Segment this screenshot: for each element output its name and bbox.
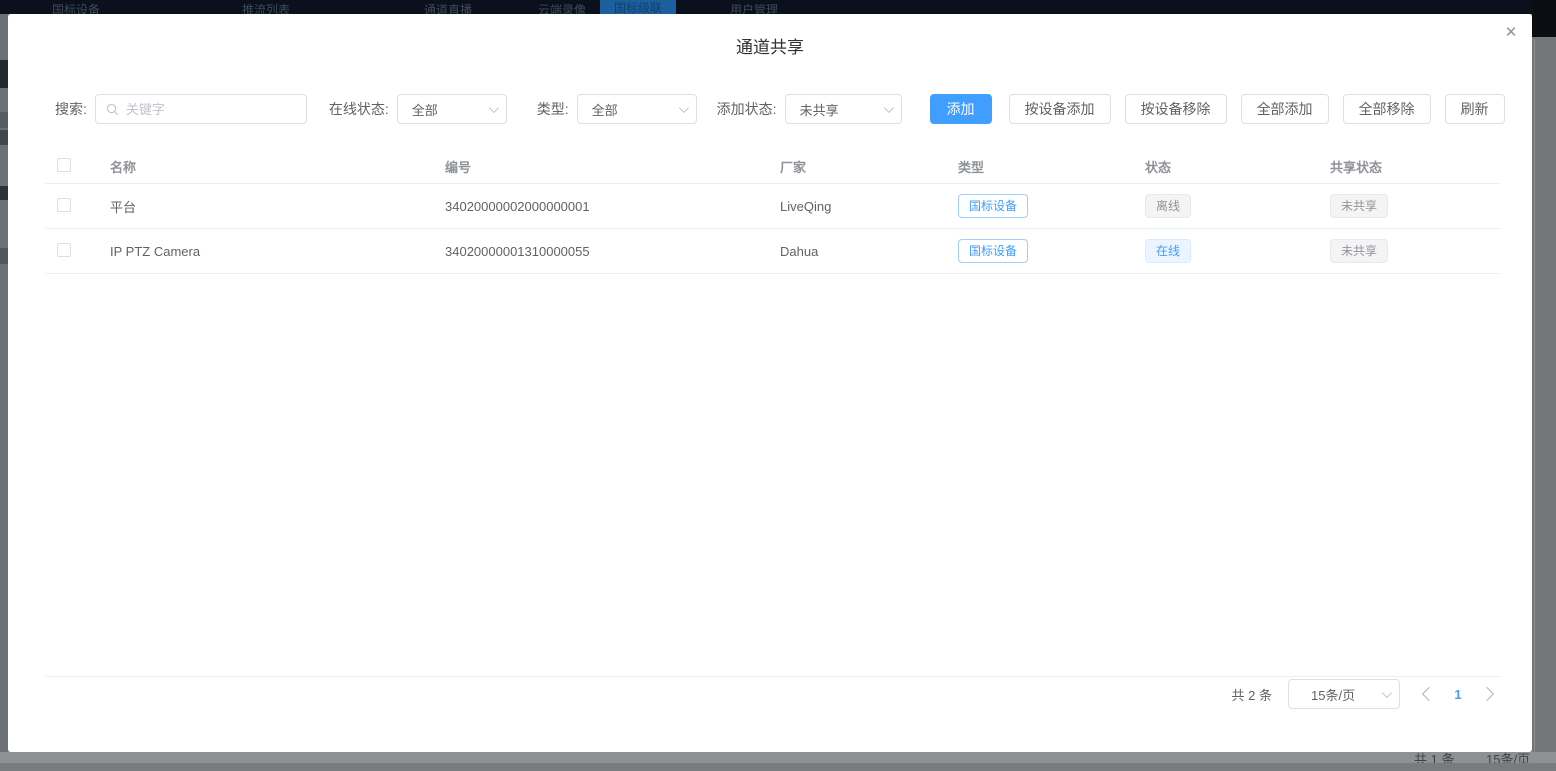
channel-share-dialog: 通道共享 ✕ 搜索: 在线状态: 全部 类型: 全部 添加状态: 未共享 添加 … bbox=[8, 14, 1532, 752]
row-checkbox[interactable] bbox=[57, 243, 71, 257]
refresh-button[interactable]: 刷新 bbox=[1445, 94, 1505, 124]
add-state-label: 添加状态: bbox=[717, 99, 777, 119]
page-size-value: 15条/页 bbox=[1311, 685, 1355, 704]
current-page[interactable]: 1 bbox=[1448, 687, 1468, 702]
background-nav-tab: 推流列表 bbox=[242, 1, 290, 14]
chevron-down-icon bbox=[1382, 688, 1392, 698]
chevron-down-icon bbox=[489, 103, 499, 113]
background-corner-block bbox=[1532, 0, 1556, 37]
add-button[interactable]: 添加 bbox=[930, 94, 992, 124]
cell-name: 平台 bbox=[110, 197, 445, 216]
pagination: 共 2 条 15条/页 1 bbox=[1232, 679, 1492, 709]
search-label: 搜索: bbox=[55, 99, 87, 119]
share-status-badge: 未共享 bbox=[1330, 194, 1388, 218]
remove-by-device-button[interactable]: 按设备移除 bbox=[1125, 94, 1227, 124]
background-fragment bbox=[0, 186, 8, 200]
add-state-value: 未共享 bbox=[800, 100, 839, 119]
header-type: 类型 bbox=[958, 157, 1145, 176]
background-fragment bbox=[0, 248, 8, 264]
background-nav-strip: 国标设备 推流列表 通道直播 云端录像 国标级联 用户管理 bbox=[0, 0, 1556, 14]
background-nav-tab-active: 国标级联 bbox=[600, 0, 676, 14]
table-row: IP PTZ Camera 34020000001310000055 Dahua… bbox=[45, 229, 1500, 274]
table-header-row: 名称 编号 厂家 类型 状态 共享状态 bbox=[45, 150, 1500, 184]
background-fragment bbox=[0, 112, 8, 128]
background-nav-tab: 通道直播 bbox=[424, 1, 472, 14]
background-left-edge bbox=[0, 14, 8, 752]
row-checkbox[interactable] bbox=[57, 198, 71, 212]
type-badge: 国标设备 bbox=[958, 239, 1028, 263]
pagination-divider bbox=[45, 676, 1500, 677]
online-status-value: 全部 bbox=[412, 100, 438, 119]
page-size-select[interactable]: 15条/页 bbox=[1288, 679, 1400, 709]
cell-code: 34020000002000000001 bbox=[445, 199, 780, 214]
next-page-icon[interactable] bbox=[1480, 687, 1494, 701]
cell-vendor: Dahua bbox=[780, 244, 958, 259]
search-input[interactable] bbox=[126, 102, 296, 117]
header-status: 状态 bbox=[1145, 157, 1330, 176]
select-all-checkbox[interactable] bbox=[57, 158, 71, 172]
add-by-device-button[interactable]: 按设备添加 bbox=[1009, 94, 1111, 124]
add-all-button[interactable]: 全部添加 bbox=[1241, 94, 1329, 124]
header-share: 共享状态 bbox=[1330, 157, 1500, 176]
prev-page-icon[interactable] bbox=[1422, 687, 1436, 701]
status-badge: 离线 bbox=[1145, 194, 1191, 218]
background-fragment bbox=[0, 763, 1556, 771]
dialog-title: 通道共享 bbox=[8, 33, 1532, 58]
online-status-select[interactable]: 全部 bbox=[397, 94, 507, 124]
type-select[interactable]: 全部 bbox=[577, 94, 697, 124]
remove-all-button[interactable]: 全部移除 bbox=[1343, 94, 1431, 124]
background-right-edge bbox=[1532, 37, 1556, 771]
type-value: 全部 bbox=[592, 100, 618, 119]
background-bottom-strip: 共 1 条 15条/页 bbox=[0, 752, 1556, 771]
channel-table: 名称 编号 厂家 类型 状态 共享状态 平台 34020000002000000… bbox=[45, 150, 1500, 274]
header-vendor: 厂家 bbox=[780, 157, 958, 176]
online-status-label: 在线状态: bbox=[329, 99, 389, 119]
chevron-down-icon bbox=[884, 103, 894, 113]
status-badge: 在线 bbox=[1145, 239, 1191, 263]
type-label: 类型: bbox=[537, 99, 569, 119]
search-input-wrapper[interactable] bbox=[95, 94, 307, 124]
background-nav-tab: 国标设备 bbox=[52, 1, 100, 14]
background-fragment bbox=[0, 60, 8, 88]
cell-name: IP PTZ Camera bbox=[110, 244, 445, 259]
background-nav-tab: 云端录像 bbox=[538, 1, 586, 14]
cell-code: 34020000001310000055 bbox=[445, 244, 780, 259]
total-count: 共 2 条 bbox=[1232, 685, 1272, 704]
search-icon bbox=[106, 103, 119, 116]
header-code: 编号 bbox=[445, 157, 780, 176]
filter-bar: 搜索: 在线状态: 全部 类型: 全部 添加状态: 未共享 添加 按设备添加 按… bbox=[55, 94, 1505, 124]
cell-vendor: LiveQing bbox=[780, 199, 958, 214]
header-name: 名称 bbox=[110, 157, 445, 176]
background-fragment bbox=[0, 130, 8, 145]
type-badge: 国标设备 bbox=[958, 194, 1028, 218]
chevron-down-icon bbox=[679, 103, 689, 113]
close-icon[interactable]: ✕ bbox=[1500, 22, 1522, 44]
add-state-select[interactable]: 未共享 bbox=[785, 94, 902, 124]
background-nav-tab: 用户管理 bbox=[730, 1, 778, 14]
table-row: 平台 34020000002000000001 LiveQing 国标设备 离线… bbox=[45, 184, 1500, 229]
share-status-badge: 未共享 bbox=[1330, 239, 1388, 263]
background-panel-edge bbox=[1534, 39, 1535, 771]
